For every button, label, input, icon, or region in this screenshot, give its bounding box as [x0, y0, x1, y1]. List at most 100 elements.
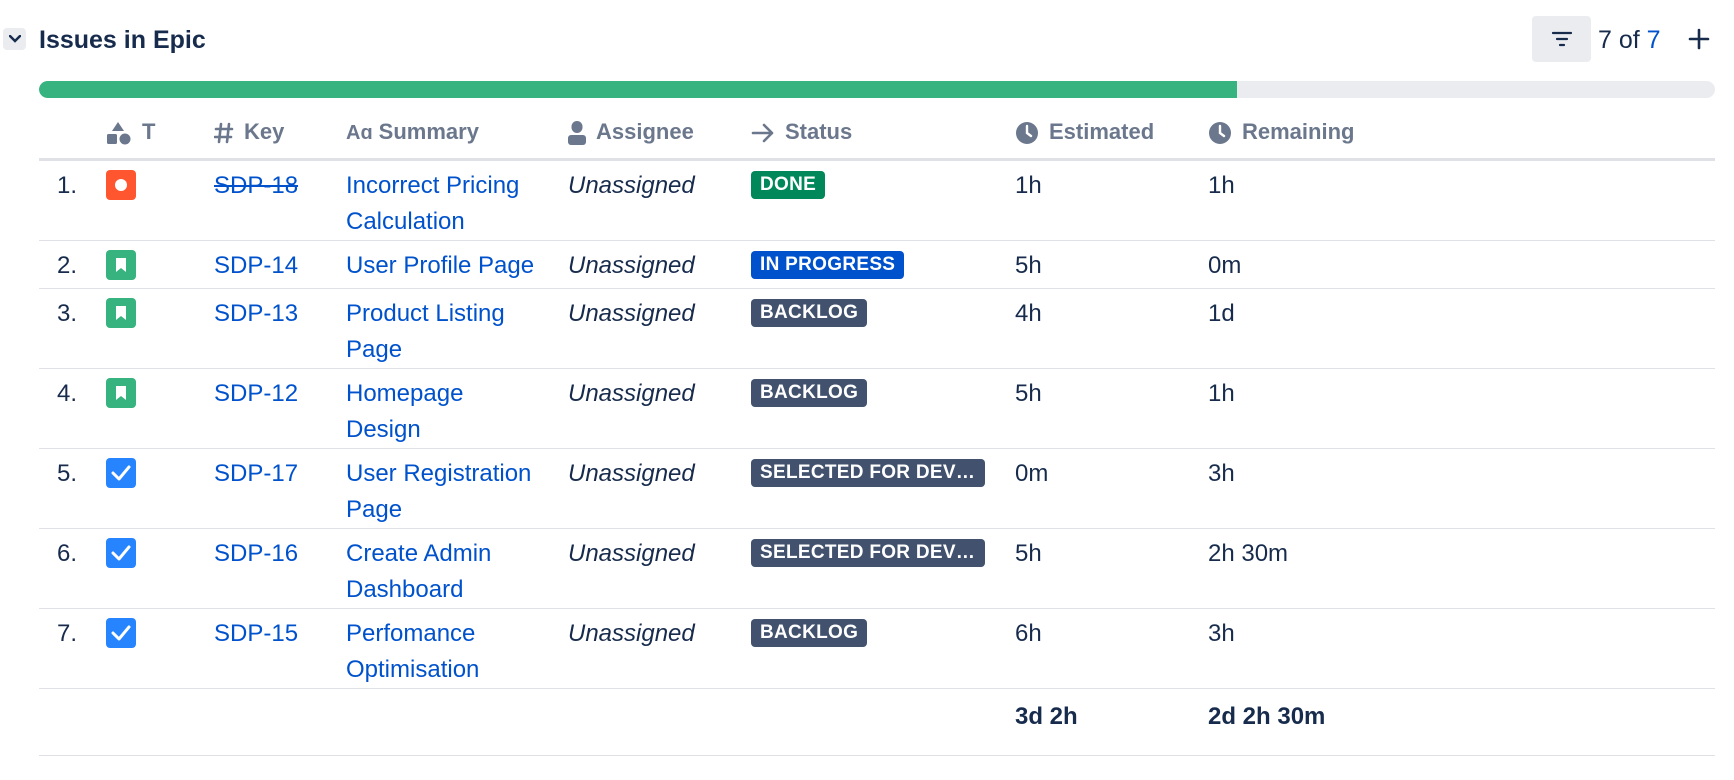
row-type-cell — [106, 448, 214, 529]
table-row[interactable]: 4. SDP-12 Homepage Design Unassigned BACKLOG… — [39, 368, 1715, 449]
column-header-status-label: Status — [785, 119, 853, 144]
row-type-cell — [106, 608, 214, 689]
collapse-toggle-button[interactable] — [3, 28, 26, 50]
row-number: 6. — [39, 528, 106, 609]
bookmark-icon — [106, 250, 136, 280]
status-lozenge[interactable]: SELECTED FOR DEVE... — [751, 459, 985, 487]
status-lozenge[interactable]: SELECTED FOR DEVE... — [751, 539, 985, 567]
row-status-cell: SELECTED FOR DEVE... — [751, 528, 1015, 609]
estimated-value: 5h — [1015, 240, 1208, 289]
issue-summary-link[interactable]: Product Listing Page — [346, 288, 568, 369]
issue-key-link[interactable]: SDP-12 — [214, 380, 298, 407]
estimated-value: 5h — [1015, 368, 1208, 449]
estimated-value: 0m — [1015, 448, 1208, 529]
issue-type-icon — [106, 121, 132, 145]
issue-key-link[interactable]: SDP-16 — [214, 540, 298, 567]
row-number: 1. — [39, 159, 106, 241]
issue-key-link[interactable]: SDP-17 — [214, 460, 298, 487]
remaining-value: 2h 30m — [1208, 528, 1715, 609]
row-type-cell — [106, 240, 214, 289]
checkbox-icon — [106, 538, 136, 568]
row-key-cell: SDP-13 — [214, 288, 346, 369]
total-remaining: 2d 2h 30m — [1208, 688, 1715, 756]
row-key-cell: SDP-16 — [214, 528, 346, 609]
row-number: 2. — [39, 240, 106, 289]
column-header-assignee-label: Assignee — [596, 118, 694, 144]
issue-key-link[interactable]: SDP-18 — [214, 172, 298, 199]
epic-progress-fill — [39, 81, 1238, 98]
issue-summary-link[interactable]: Create Admin Dashboard — [346, 528, 568, 609]
issues-table: T Key Aɑ Summary Assignee Status Estimat… — [39, 106, 1715, 756]
estimated-value: 6h — [1015, 608, 1208, 689]
issue-key-link[interactable]: SDP-13 — [214, 300, 298, 327]
table-row[interactable]: 7. SDP-15 Perfomance Optimisation Unassigne… — [39, 608, 1715, 689]
row-type-cell — [106, 159, 214, 241]
assignee-value: Unassigned — [568, 368, 751, 449]
table-row[interactable]: 2. SDP-14 User Profile Page Unassigned IN PR… — [39, 240, 1715, 289]
checkbox-icon — [106, 458, 136, 488]
epic-issues-header: Issues in Epic 7 of 7 — [0, 0, 1734, 80]
estimated-value: 5h — [1015, 528, 1208, 609]
epic-progress-bar — [39, 81, 1715, 98]
table-row[interactable]: 3. SDP-13 Product Listing Page Unassigned BA… — [39, 288, 1715, 369]
status-lozenge[interactable]: BACKLOG — [751, 379, 868, 407]
bug-icon — [106, 170, 136, 200]
issue-count-shown: 7 of — [1598, 26, 1640, 54]
column-header-key[interactable]: Key — [214, 106, 346, 161]
issue-summary-link[interactable]: Incorrect Pricing Calculation — [346, 159, 568, 241]
assignee-value: Unassigned — [568, 528, 751, 609]
column-header-status[interactable]: Status — [751, 106, 1015, 161]
row-status-cell: DONE — [751, 159, 1015, 241]
column-header-estimated[interactable]: Estimated — [1015, 106, 1208, 161]
row-type-cell — [106, 368, 214, 449]
person-icon — [568, 121, 586, 146]
text-icon: Aɑ — [346, 121, 373, 144]
clock-icon — [1208, 121, 1232, 145]
section-title: Issues in Epic — [39, 26, 206, 54]
issue-key-link[interactable]: SDP-15 — [214, 620, 298, 647]
table-row[interactable]: 1. SDP-18 Incorrect Pricing Calculation Una… — [39, 159, 1715, 241]
status-lozenge[interactable]: DONE — [751, 171, 826, 199]
remaining-value: 0m — [1208, 240, 1715, 289]
total-estimated: 3d 2h — [1015, 688, 1208, 756]
remaining-value: 1h — [1208, 159, 1715, 241]
remaining-value: 3h — [1208, 448, 1715, 529]
column-header-assignee[interactable]: Assignee — [568, 106, 751, 161]
row-status-cell: SELECTED FOR DEVE... — [751, 448, 1015, 529]
column-header-estimated-label: Estimated — [1049, 118, 1155, 144]
column-header-remaining[interactable]: Remaining — [1208, 106, 1715, 161]
issue-summary-link[interactable]: Perfomance Optimisation — [346, 608, 568, 689]
issue-count: 7 of 7 — [1598, 26, 1661, 55]
totals-row: 3d 2h 2d 2h 30m — [39, 688, 1715, 756]
table-row[interactable]: 5. SDP-17 User Registration Page Unassigned… — [39, 448, 1715, 529]
column-header-summary-label: Summary — [378, 119, 479, 144]
estimated-value: 1h — [1015, 159, 1208, 241]
column-header-summary[interactable]: Aɑ Summary — [346, 106, 568, 161]
table-row[interactable]: 6. SDP-16 Create Admin Dashboard Unassigned… — [39, 528, 1715, 609]
row-number: 4. — [39, 368, 106, 449]
row-status-cell: BACKLOG — [751, 608, 1015, 689]
bookmark-icon — [106, 298, 136, 328]
assignee-value: Unassigned — [568, 240, 751, 289]
issue-summary-link[interactable]: User Registration Page — [346, 448, 568, 529]
row-key-cell: SDP-15 — [214, 608, 346, 689]
issue-summary-link[interactable]: User Profile Page — [346, 240, 568, 289]
add-issue-button[interactable] — [1684, 24, 1714, 54]
estimated-value: 4h — [1015, 288, 1208, 369]
row-status-cell: BACKLOG — [751, 288, 1015, 369]
status-lozenge[interactable]: BACKLOG — [751, 299, 868, 327]
status-lozenge[interactable]: IN PROGRESS — [751, 251, 905, 279]
clock-icon — [1015, 121, 1039, 145]
column-header-index — [39, 106, 106, 161]
row-status-cell: BACKLOG — [751, 368, 1015, 449]
issue-count-total[interactable]: 7 — [1647, 26, 1661, 54]
issue-key-link[interactable]: SDP-14 — [214, 252, 298, 279]
assignee-value: Unassigned — [568, 288, 751, 369]
issue-summary-link[interactable]: Homepage Design — [346, 368, 568, 449]
column-header-type[interactable]: T — [106, 106, 214, 161]
status-lozenge[interactable]: BACKLOG — [751, 619, 868, 647]
hash-icon — [214, 122, 234, 144]
row-type-cell — [106, 528, 214, 609]
filter-icon — [1551, 31, 1572, 47]
filter-button[interactable] — [1532, 16, 1591, 62]
